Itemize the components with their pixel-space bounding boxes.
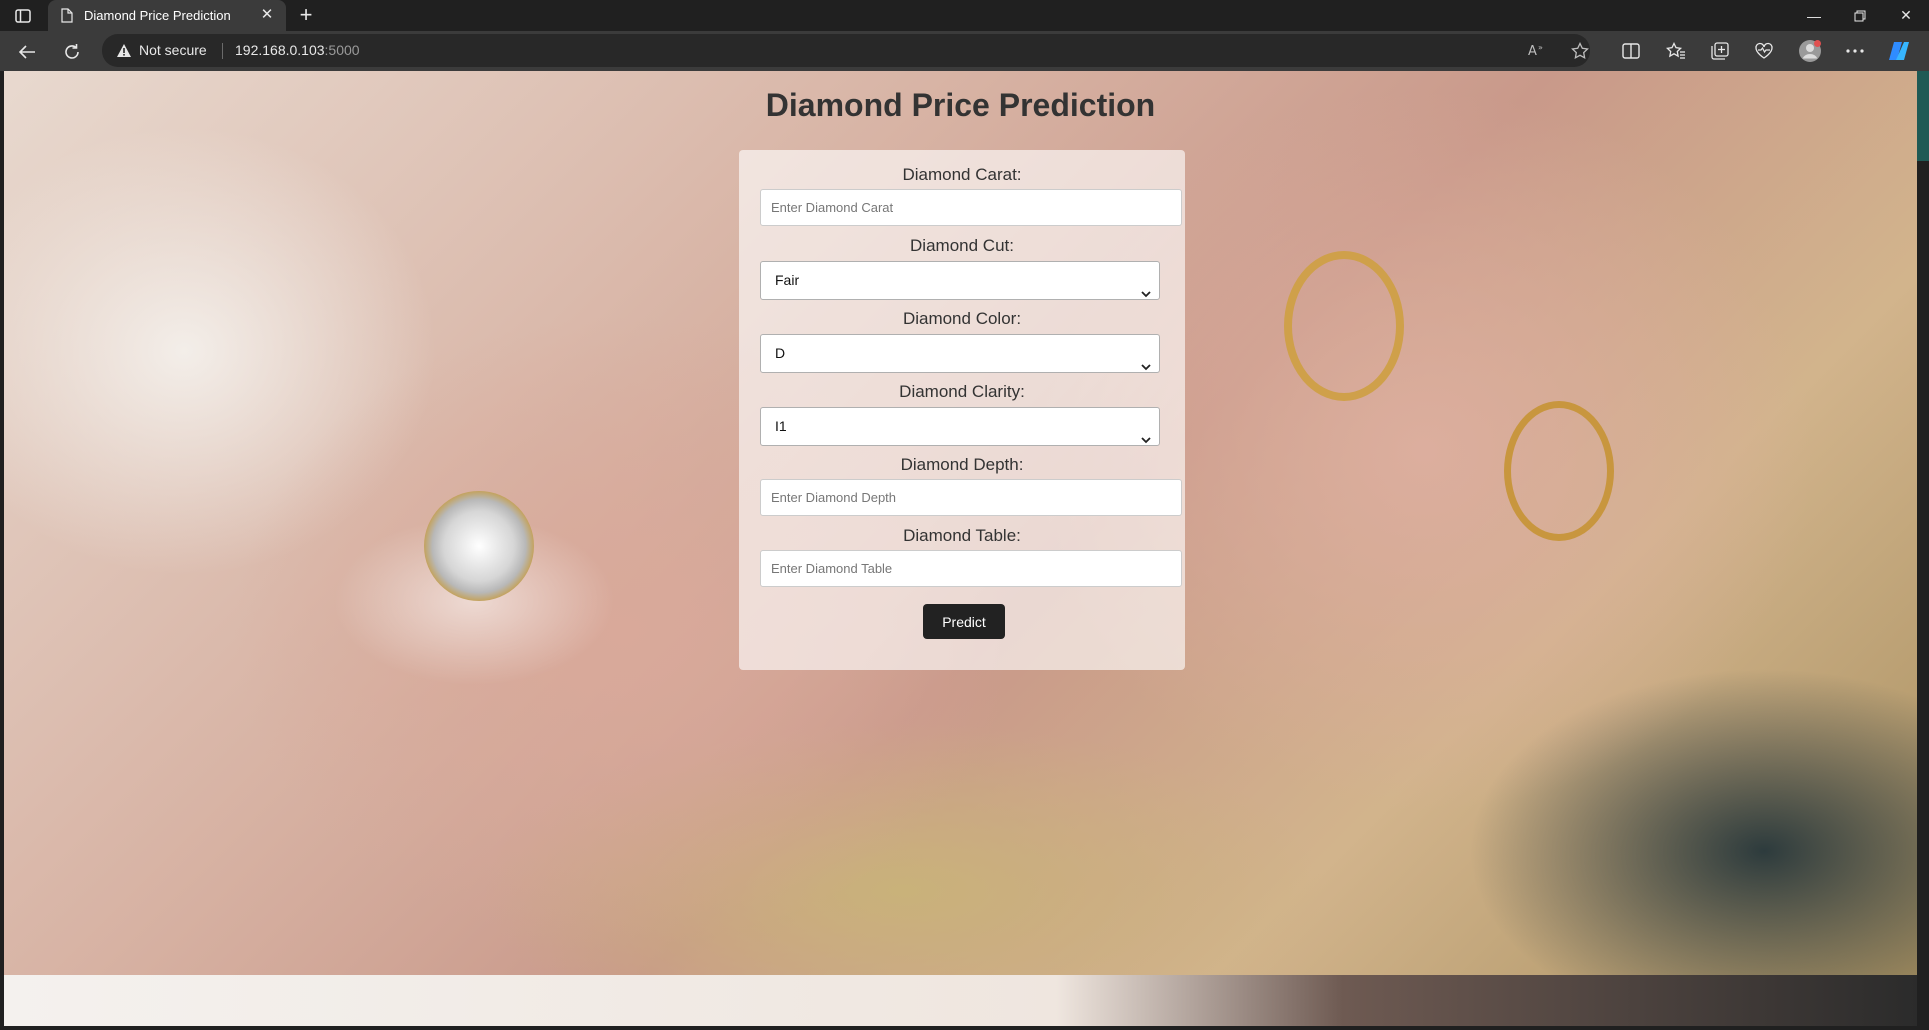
tab-actions-icon[interactable] [12,6,34,26]
page-title: Diamond Price Prediction [765,87,1156,123]
profile-icon[interactable] [1798,39,1822,63]
read-aloud-icon[interactable]: A» [1528,42,1546,63]
url-port: :5000 [324,42,360,58]
depth-label: Diamond Depth: [900,455,1024,474]
color-label: Diamond Color: [902,309,1022,328]
carat-input[interactable]: Enter Diamond Carat [760,189,1182,226]
predict-button[interactable]: Predict [923,604,1005,639]
depth-input[interactable]: Enter Diamond Depth [760,479,1182,516]
carat-placeholder: Enter Diamond Carat [771,200,894,215]
page-edge-strip [1917,71,1929,1030]
table-label: Diamond Table: [903,526,1021,545]
back-arrow-icon[interactable] [14,39,40,65]
security-status[interactable]: Not secure [139,42,207,58]
tab-title: Diamond Price Prediction [84,8,231,23]
collections-icon[interactable] [1708,39,1732,63]
page-icon [61,8,73,28]
restore-icon[interactable] [1837,0,1883,31]
cut-select[interactable]: Fair [760,261,1160,300]
color-selected-value: D [775,345,786,361]
chevron-down-icon [1141,348,1151,385]
url-host: 192.168.0.103 [235,42,325,58]
favorites-icon[interactable] [1664,39,1688,63]
svg-text:A: A [1528,44,1537,58]
window-close-icon[interactable]: ✕ [1883,0,1929,31]
more-icon[interactable] [1843,39,1867,63]
chevron-down-icon [1141,275,1151,312]
page-edge-strip-lower [1917,161,1929,1030]
browser-essentials-icon[interactable] [1752,39,1776,63]
color-select[interactable]: D [760,334,1160,373]
cut-label: Diamond Cut: [910,236,1014,255]
star-icon[interactable] [1571,41,1589,65]
clarity-select[interactable]: I1 [760,407,1160,446]
carat-label: Diamond Carat: [902,165,1022,184]
browser-titlebar: Diamond Price Prediction ✕ + — ✕ [0,0,1929,31]
window-controls: — ✕ [1791,0,1929,31]
clarity-label: Diamond Clarity: [899,382,1025,401]
url-text[interactable]: 192.168.0.103:5000 [235,42,360,58]
chevron-down-icon [1141,421,1151,458]
browser-toolbar: Not secure 192.168.0.103:5000 A» [0,31,1929,71]
svg-text:»: » [1538,43,1543,52]
plus-icon[interactable]: + [294,4,318,28]
table-input[interactable]: Enter Diamond Table [760,550,1182,587]
ring-image [424,491,534,601]
ring-image [1504,401,1614,541]
background-lower-band [4,975,1917,1026]
minimize-icon[interactable]: — [1791,0,1837,31]
browser-tab-active[interactable]: Diamond Price Prediction ✕ [48,0,286,31]
split-screen-icon[interactable] [1619,39,1643,63]
address-bar[interactable]: Not secure 192.168.0.103:5000 A» [102,34,1590,67]
prediction-form: Diamond Carat: Enter Diamond Carat Diamo… [739,150,1185,670]
warning-triangle-icon[interactable] [116,43,132,63]
copilot-icon[interactable] [1887,39,1911,63]
address-divider [222,43,223,59]
reload-icon[interactable] [59,39,85,65]
close-icon[interactable]: ✕ [258,6,276,24]
table-placeholder: Enter Diamond Table [771,561,893,576]
clarity-selected-value: I1 [775,418,787,434]
depth-placeholder: Enter Diamond Depth [771,490,897,505]
cut-selected-value: Fair [775,272,800,288]
ring-image [1284,251,1404,401]
page-viewport: Diamond Price Prediction Diamond Carat: … [4,71,1917,1026]
